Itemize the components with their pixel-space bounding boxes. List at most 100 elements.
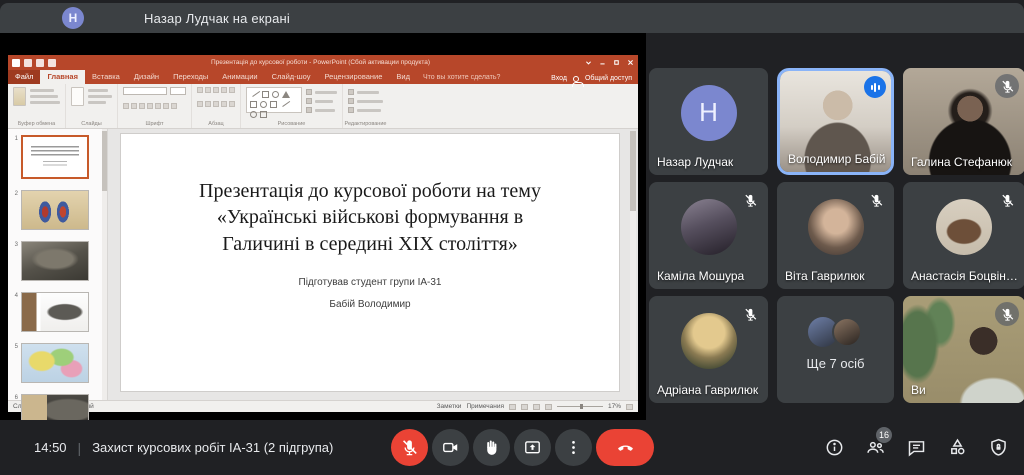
tab-transitions[interactable]: Переходы: [166, 70, 215, 84]
ribbon-group-editing[interactable]: Редактирование: [343, 84, 388, 128]
share-link[interactable]: Общий доступ: [585, 75, 632, 82]
host-controls-button[interactable]: [986, 436, 1010, 460]
select-icon[interactable]: [348, 107, 354, 113]
end-call-button[interactable]: [596, 429, 654, 466]
slide-canvas[interactable]: Презентація до курсової роботи на тему «…: [108, 129, 638, 400]
quick-access-toolbar[interactable]: [12, 59, 56, 67]
paste-icon[interactable]: [13, 87, 26, 106]
participant-tile[interactable]: Н Назар Лудчак: [649, 68, 768, 175]
italic-icon[interactable]: [131, 103, 137, 109]
ribbon-group-drawing[interactable]: Рисование: [241, 84, 343, 128]
mic-mute-button[interactable]: [391, 429, 428, 466]
columns-icon[interactable]: [229, 101, 235, 107]
overflow-tile[interactable]: Ще 7 осіб: [777, 296, 894, 403]
tell-me-assistant[interactable]: Что вы хотите сделать?: [417, 72, 506, 84]
font-size-combobox[interactable]: [170, 87, 186, 95]
participant-tile[interactable]: Володимир Бабій: [777, 68, 894, 175]
line-spacing-icon[interactable]: [221, 87, 227, 93]
undo-icon[interactable]: [36, 59, 44, 67]
slide-title[interactable]: Презентація до курсової роботи на тему «…: [121, 178, 619, 257]
ribbon-options-icon[interactable]: [585, 59, 592, 66]
slide-thumbnail-2[interactable]: [21, 190, 89, 230]
tab-review[interactable]: Рецензирование: [318, 70, 390, 84]
new-slide-icon[interactable]: [71, 87, 84, 106]
raise-hand-button[interactable]: [473, 429, 510, 466]
activities-button[interactable]: [945, 436, 969, 460]
restore-icon[interactable]: [613, 59, 620, 66]
close-icon[interactable]: [627, 59, 634, 66]
slide-subtitle[interactable]: Підготував студент групи ІА-31: [121, 277, 619, 288]
ribbon-group-paragraph[interactable]: Абзац: [192, 84, 241, 128]
thumbnail-scrollbar[interactable]: [102, 129, 107, 400]
tab-design[interactable]: Дизайн: [127, 70, 166, 84]
indent-icon[interactable]: [213, 87, 219, 93]
tab-slideshow[interactable]: Слайд-шоу: [265, 70, 318, 84]
ribbon-group-font[interactable]: Шрифт: [118, 84, 192, 128]
participant-tile[interactable]: Каміла Мошура: [649, 182, 768, 289]
underline-icon[interactable]: [139, 103, 145, 109]
reading-view-icon[interactable]: [533, 404, 540, 410]
minimize-icon[interactable]: [599, 59, 606, 66]
slide-thumbnail-1[interactable]: [21, 135, 89, 179]
meeting-details-button[interactable]: [822, 436, 846, 460]
slide-author[interactable]: Бабій Володимир: [121, 299, 619, 310]
bullets-icon[interactable]: [197, 87, 203, 93]
align-right-icon[interactable]: [213, 101, 219, 107]
font-name-combobox[interactable]: [123, 87, 167, 95]
save-icon[interactable]: [24, 59, 32, 67]
ribbon-group-clipboard[interactable]: Буфер обмена: [8, 84, 66, 128]
tab-animations[interactable]: Анимации: [215, 70, 264, 84]
numbering-icon[interactable]: [205, 87, 211, 93]
normal-view-icon[interactable]: [509, 404, 516, 410]
slideshow-view-icon[interactable]: [545, 404, 552, 410]
tab-view[interactable]: Вид: [389, 70, 417, 84]
find-icon[interactable]: [348, 89, 354, 95]
self-tile[interactable]: Ви: [903, 296, 1024, 403]
font-color-icon[interactable]: [171, 103, 177, 109]
ribbon-group-slides[interactable]: Слайды: [66, 84, 118, 128]
audio-indicator-icon: [864, 76, 886, 98]
participant-tile[interactable]: Адріана Гаврилюк: [649, 296, 768, 403]
slideshow-icon[interactable]: [48, 59, 56, 67]
participant-tile[interactable]: Галина Стефанюк: [903, 68, 1024, 175]
slide-thumbnail-4[interactable]: [21, 292, 89, 332]
tab-home[interactable]: Главная: [40, 70, 85, 84]
zoom-level[interactable]: 17%: [608, 403, 621, 410]
justify-icon[interactable]: [221, 101, 227, 107]
slide-sorter-icon[interactable]: [521, 404, 528, 410]
char-spacing-icon[interactable]: [163, 103, 169, 109]
sign-in-link[interactable]: Вход: [551, 75, 567, 82]
avatar: [681, 199, 737, 255]
tab-file[interactable]: Файл: [8, 70, 40, 84]
arrange-icon[interactable]: [306, 89, 312, 95]
align-left-icon[interactable]: [197, 101, 203, 107]
shadow-icon[interactable]: [155, 103, 161, 109]
shapes-gallery[interactable]: [246, 87, 302, 113]
more-options-button[interactable]: [555, 429, 592, 466]
text-direction-icon[interactable]: [229, 87, 235, 93]
slide-thumbnail-5[interactable]: [21, 343, 89, 383]
shape-fill-icon[interactable]: [306, 107, 312, 113]
current-slide[interactable]: Презентація до курсової роботи на тему «…: [120, 133, 620, 392]
tab-insert[interactable]: Вставка: [85, 70, 127, 84]
participant-tile[interactable]: Віта Гаврилюк: [777, 182, 894, 289]
strikethrough-icon[interactable]: [147, 103, 153, 109]
meet-bottom-bar: 14:50 | Захист курсових робіт ІА-31 (2 п…: [0, 420, 1024, 475]
chat-button[interactable]: [904, 436, 928, 460]
slide-thumbnail-3[interactable]: [21, 241, 89, 281]
participants-button[interactable]: 16: [863, 436, 887, 460]
canvas-scrollbar[interactable]: [630, 131, 636, 390]
quick-styles-icon[interactable]: [306, 98, 312, 104]
align-center-icon[interactable]: [205, 101, 211, 107]
mic-off-icon: [995, 302, 1019, 326]
zoom-slider[interactable]: [557, 406, 603, 407]
fit-to-window-icon[interactable]: [626, 404, 633, 410]
camera-button[interactable]: [432, 429, 469, 466]
participant-tile[interactable]: Анастасія Боцвін…: [903, 182, 1024, 289]
mic-off-icon: [864, 188, 888, 212]
comments-button[interactable]: Примечания: [466, 403, 504, 410]
notes-button[interactable]: Заметки: [437, 403, 462, 410]
bold-icon[interactable]: [123, 103, 129, 109]
replace-icon[interactable]: [348, 98, 354, 104]
present-screen-button[interactable]: [514, 429, 551, 466]
